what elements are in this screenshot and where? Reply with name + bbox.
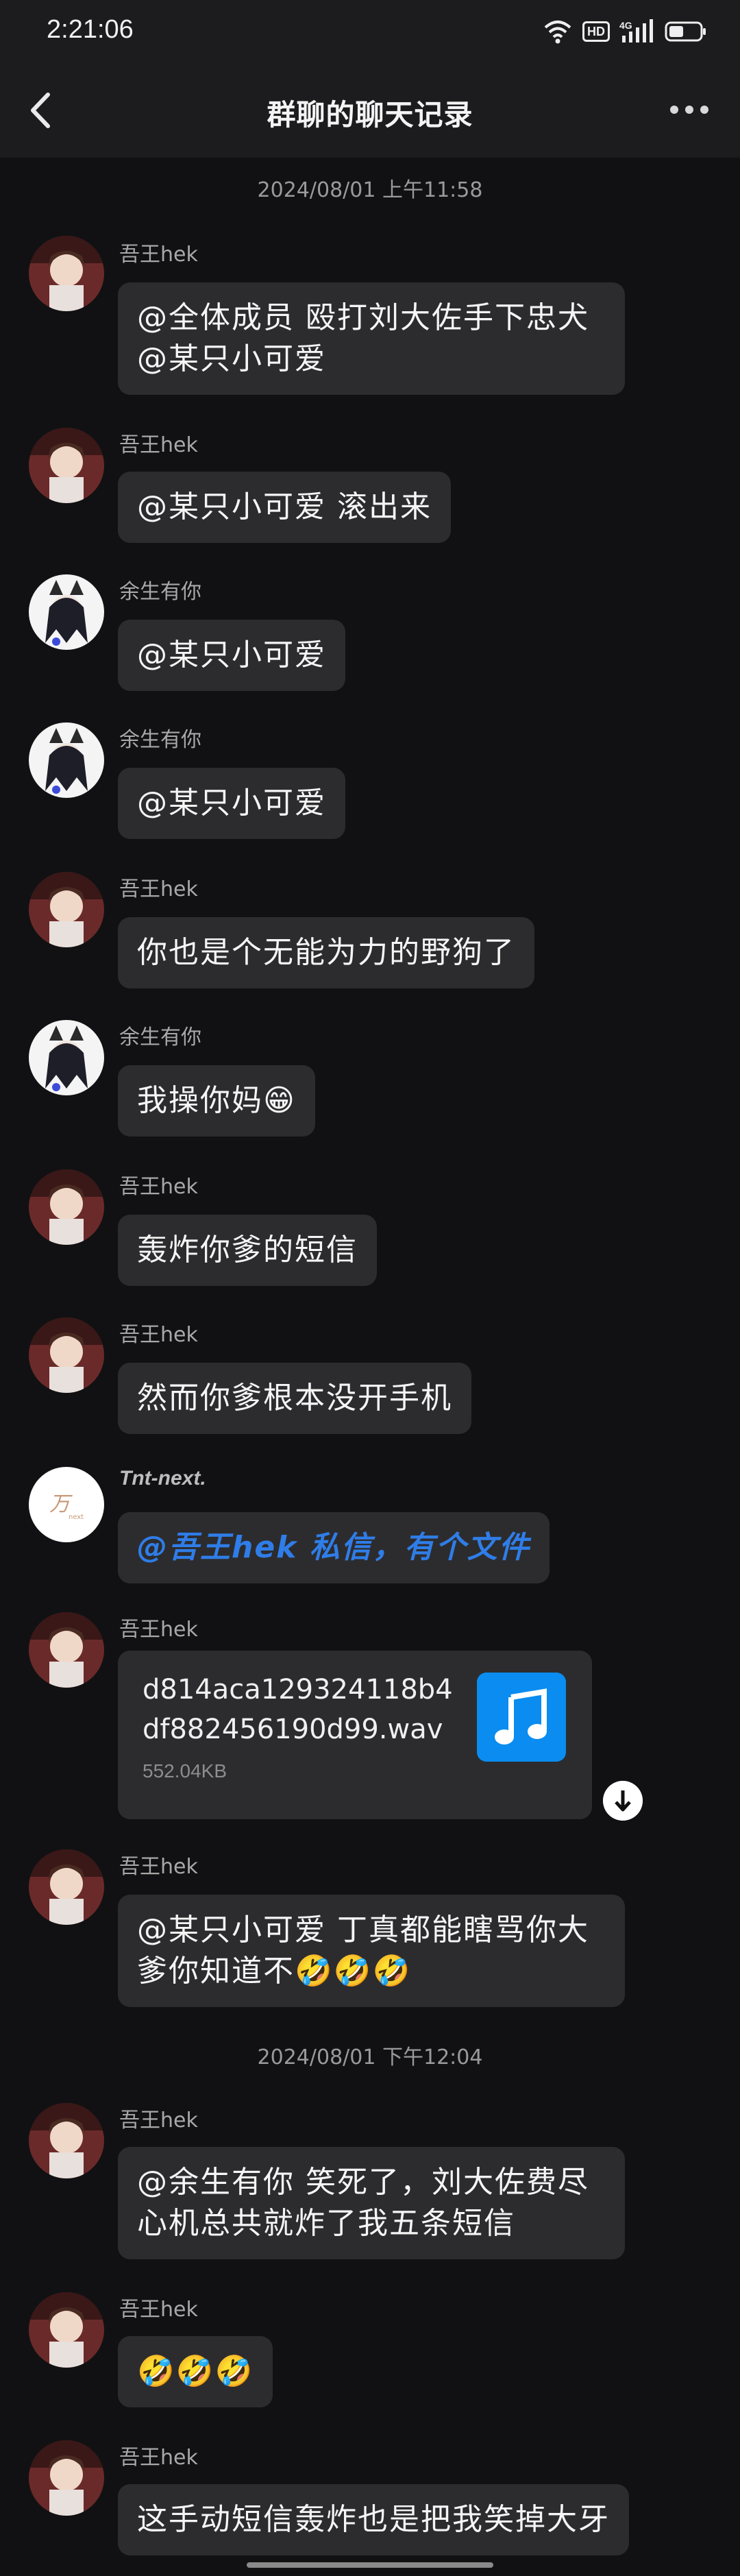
status-bar: 2:21:06 HD 4G: [0, 0, 740, 63]
status-icons: HD 4G: [543, 19, 707, 44]
message-bubble-link[interactable]: @吾王hek 私信，有个文件: [118, 1512, 550, 1583]
message-bubble[interactable]: 轰炸你爹的短信: [118, 1215, 377, 1286]
message-bubble[interactable]: @某只小可爱: [118, 620, 345, 691]
more-dots-icon[interactable]: [669, 103, 710, 117]
svg-text:4G: 4G: [619, 20, 632, 31]
message-bubble[interactable]: 我操你妈😁: [118, 1065, 315, 1137]
page-title: 群聊的聊天记录: [267, 98, 473, 132]
avatar-sender-yusheng[interactable]: [29, 1020, 104, 1095]
battery-icon: [665, 21, 706, 42]
message-bubble[interactable]: @余生有你 笑死了，刘大佐费尽心机总共就炸了我五条短信: [118, 2147, 625, 2259]
sender-name: Tnt-next.: [119, 1467, 206, 1490]
sender-name: 吾王hek: [119, 1175, 198, 1199]
avatar-sender-hek[interactable]: [29, 1612, 104, 1688]
sender-name: 吾王hek: [119, 243, 198, 267]
avatar-sender-hek[interactable]: [29, 1317, 104, 1393]
sender-name: 吾王hek: [119, 433, 198, 457]
timestamp: 2024/08/01 上午11:58: [257, 178, 483, 202]
avatar-sender-hek[interactable]: [29, 236, 104, 311]
nav-bar: 群聊的聊天记录: [0, 63, 740, 158]
sender-name: 余生有你: [119, 1025, 201, 1049]
sender-name: 余生有你: [119, 580, 201, 604]
timestamp: 2024/08/01 下午12:04: [257, 2045, 483, 2069]
hd-badge: HD: [582, 21, 610, 42]
svg-text:万: 万: [49, 1492, 73, 1516]
message-bubble[interactable]: @某只小可爱 滚出来: [118, 472, 451, 543]
avatar-sender-hek[interactable]: [29, 2440, 104, 2516]
sender-name: 余生有你: [119, 728, 201, 752]
message-bubble[interactable]: 你也是个无能为力的野狗了: [118, 917, 534, 988]
sender-name: 吾王hek: [119, 2446, 198, 2470]
avatar-sender-hek[interactable]: [29, 872, 104, 947]
avatar-sender-hek[interactable]: [29, 1849, 104, 1925]
file-name: d814aca129324118b4df882456190d99.wav: [143, 1674, 453, 1745]
svg-text:next: next: [69, 1514, 84, 1521]
sender-name: 吾王hek: [119, 2298, 198, 2322]
avatar-sender-yusheng[interactable]: [29, 574, 104, 650]
sender-name: 吾王hek: [119, 1855, 198, 1879]
music-note-icon: [477, 1673, 566, 1762]
message-bubble[interactable]: @某只小可爱 丁真都能瞎骂你大爹你知道不🤣🤣🤣: [118, 1895, 625, 2007]
home-indicator[interactable]: [247, 2562, 493, 2568]
avatar-sender-yusheng[interactable]: [29, 722, 104, 798]
avatar-sender-hek[interactable]: [29, 2292, 104, 2368]
avatar-sender-tnt[interactable]: 万 next: [29, 1467, 104, 1542]
message-bubble[interactable]: 这手动短信轰炸也是把我笑掉大牙: [118, 2484, 629, 2555]
signal-icon: 4G: [619, 19, 653, 42]
avatar-sender-hek[interactable]: [29, 2103, 104, 2178]
message-bubble[interactable]: 🤣🤣🤣: [118, 2336, 273, 2407]
message-bubble[interactable]: @全体成员 殴打刘大佐手下忠犬@某只小可爱: [118, 282, 625, 395]
wifi-icon: [544, 21, 571, 44]
download-arrow-icon[interactable]: [603, 1781, 643, 1821]
message-bubble[interactable]: @某只小可爱: [118, 768, 345, 839]
sender-name: 吾王hek: [119, 2109, 198, 2133]
avatar-sender-hek[interactable]: [29, 1169, 104, 1245]
sender-name: 吾王hek: [119, 877, 198, 901]
status-time: 2:21:06: [47, 15, 134, 44]
avatar-sender-hek[interactable]: [29, 428, 104, 503]
sender-name: 吾王hek: [119, 1323, 198, 1347]
file-attachment-card[interactable]: d814aca129324118b4df882456190d99.wav 552…: [118, 1651, 592, 1819]
file-size: 552.04KB: [143, 1760, 227, 1782]
sender-name: 吾王hek: [119, 1618, 198, 1642]
message-bubble[interactable]: 然而你爹根本没开手机: [118, 1363, 471, 1434]
